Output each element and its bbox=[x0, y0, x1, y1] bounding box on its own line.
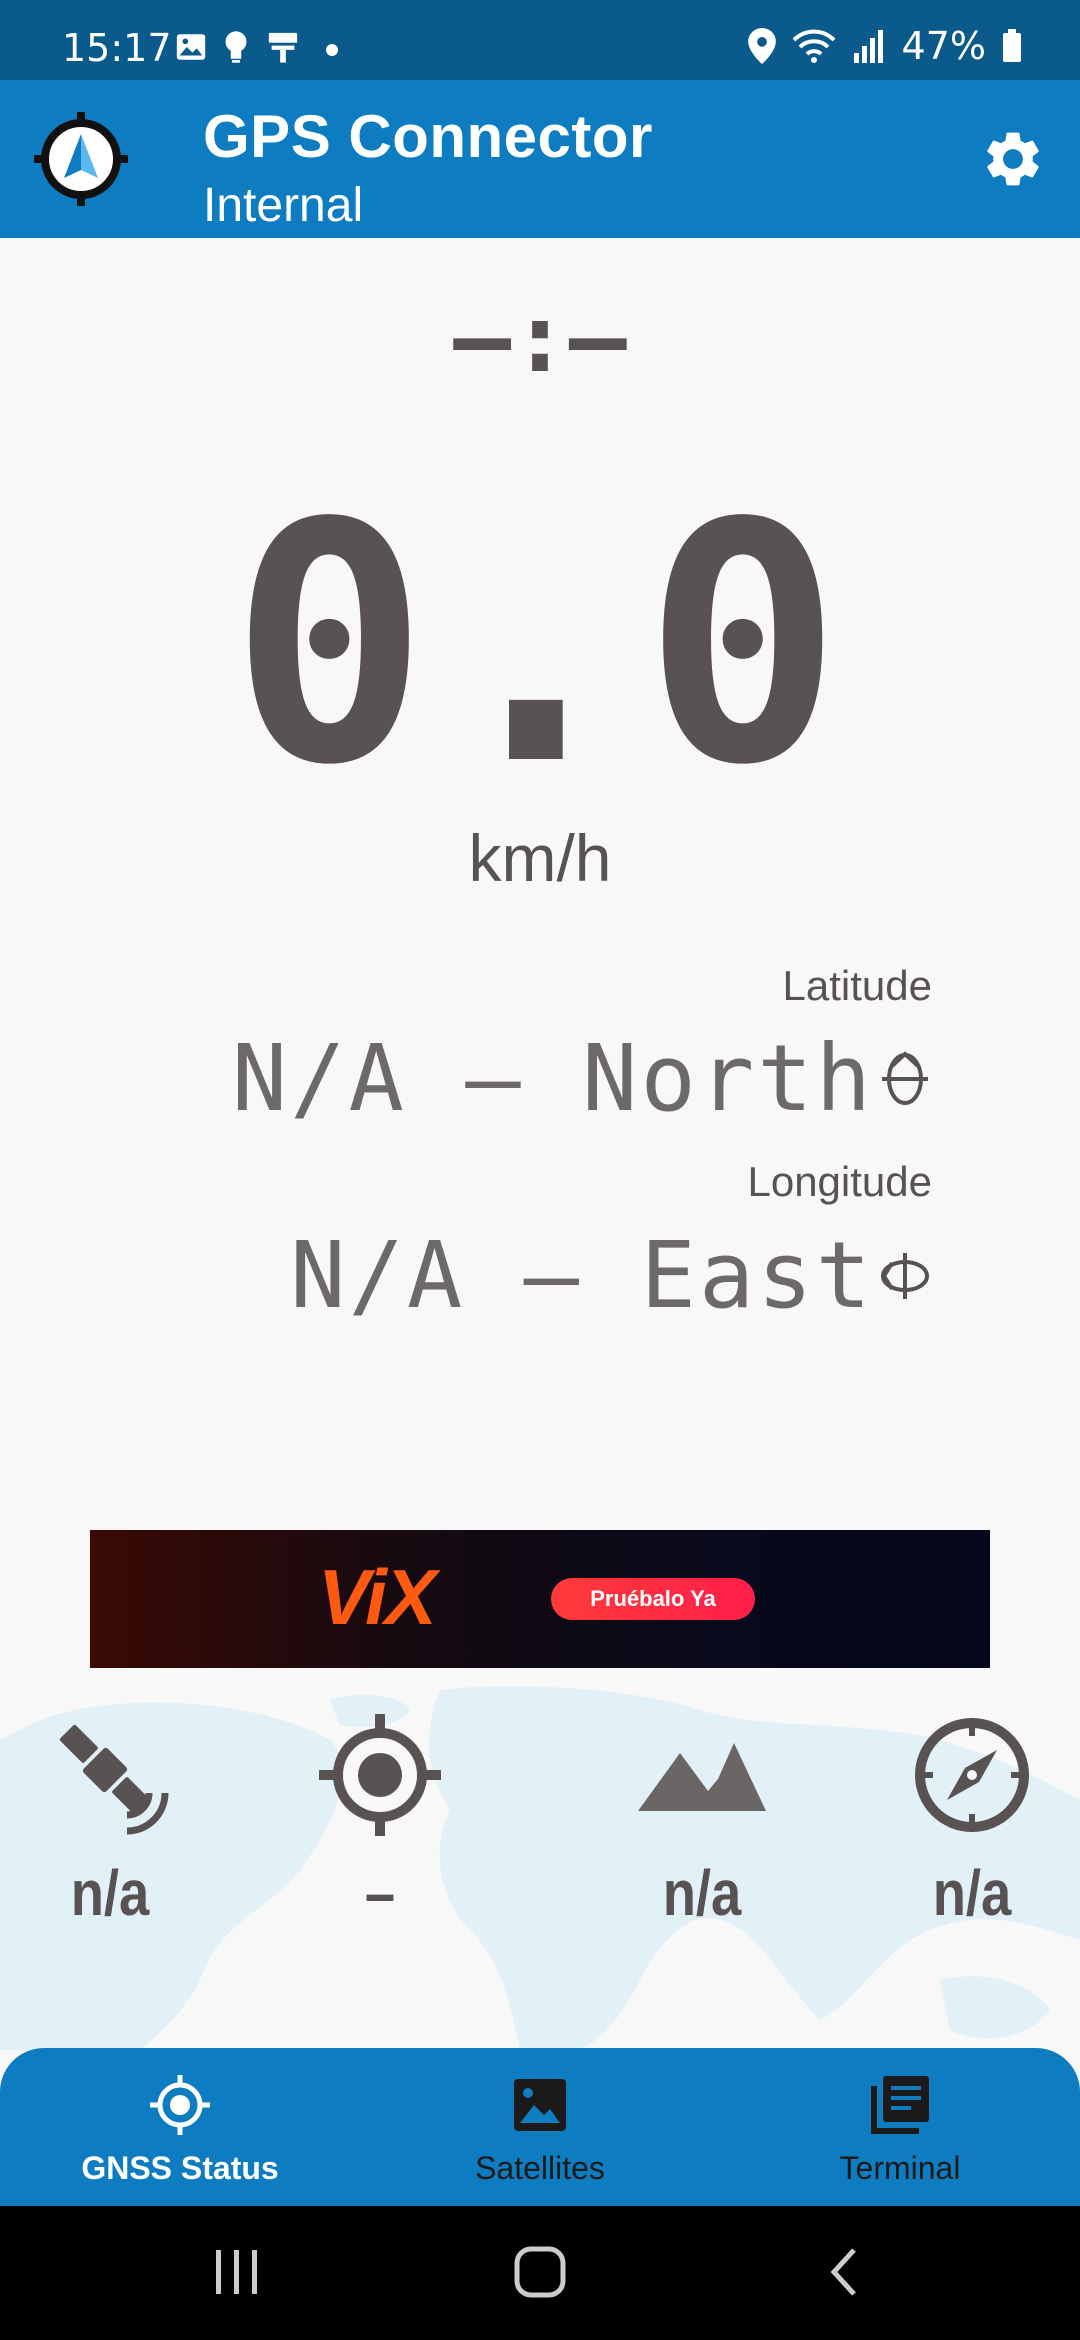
longitude-row: N/A – East bbox=[290, 1222, 932, 1329]
bulb-icon bbox=[225, 31, 247, 63]
battery-percent: 47% bbox=[901, 24, 986, 68]
tab-terminal[interactable]: Terminal bbox=[750, 2070, 1050, 2187]
fix-time: –:– bbox=[453, 282, 627, 394]
longitude-label: Longitude bbox=[747, 1158, 932, 1205]
longitude-value: N/A – East bbox=[290, 1222, 874, 1329]
status-time: 15:17 bbox=[62, 26, 172, 70]
ad-cta-button[interactable]: Pruébalo Ya bbox=[551, 1578, 755, 1620]
back-icon[interactable] bbox=[824, 2244, 864, 2300]
stat-bearing-value: n/a bbox=[932, 1857, 1012, 1929]
latitude-row: N/A – North bbox=[232, 1025, 932, 1132]
status-bar: 15:17 47% bbox=[0, 0, 1080, 80]
roller-icon bbox=[268, 32, 298, 63]
mountain-icon bbox=[638, 1743, 766, 1811]
bottom-navigation: GNSS Status Satellites Terminal bbox=[0, 2048, 1080, 2206]
latitude-value: N/A – North bbox=[231, 1025, 874, 1132]
app-logo-icon bbox=[34, 112, 128, 206]
ad-banner[interactable]: ViX Pruébalo Ya bbox=[90, 1530, 990, 1668]
stat-altitude: n/a bbox=[592, 1710, 812, 1930]
longitude-icon bbox=[881, 1252, 929, 1299]
image-icon bbox=[514, 2079, 566, 2131]
system-navigation-bar bbox=[0, 2206, 1080, 2340]
signal-icon bbox=[853, 30, 883, 63]
gps-fixed-icon bbox=[150, 2075, 210, 2135]
dot-icon bbox=[326, 44, 338, 56]
satellite-icon bbox=[59, 1724, 169, 1835]
app-title: GPS Connector bbox=[203, 103, 653, 170]
tab-terminal-label: Terminal bbox=[839, 2150, 961, 2186]
crosshair-icon bbox=[319, 1714, 441, 1836]
stat-fix-value: – bbox=[364, 1857, 396, 1929]
status-right: 47% bbox=[747, 24, 1022, 68]
tab-gnss-status-label: GNSS Status bbox=[81, 2150, 279, 2186]
settings-icon[interactable] bbox=[980, 126, 1046, 192]
latitude-icon bbox=[882, 1050, 928, 1105]
stat-bearing: n/a bbox=[862, 1710, 1080, 1930]
gallery-icon bbox=[176, 34, 206, 60]
speed-unit[interactable]: km/h bbox=[0, 820, 1080, 896]
tab-gnss-status[interactable]: GNSS Status bbox=[30, 2070, 330, 2187]
wifi-icon bbox=[792, 29, 835, 63]
stat-satellites: n/a bbox=[0, 1710, 220, 1930]
location-icon bbox=[747, 28, 776, 64]
tab-satellites[interactable]: Satellites bbox=[390, 2070, 690, 2187]
speed-value: 0.0 bbox=[229, 453, 851, 837]
app-subtitle[interactable]: Internal bbox=[203, 178, 363, 233]
stat-altitude-value: n/a bbox=[662, 1857, 742, 1929]
tab-satellites-label: Satellites bbox=[475, 2150, 605, 2186]
stat-fix: – bbox=[270, 1710, 490, 1930]
latitude-label: Latitude bbox=[782, 962, 932, 1009]
recents-icon[interactable] bbox=[212, 2244, 262, 2300]
ad-brand-logo: ViX bbox=[318, 1553, 437, 1641]
compass-icon bbox=[915, 1718, 1029, 1832]
battery-icon bbox=[1003, 29, 1021, 62]
library-books-icon bbox=[871, 2076, 929, 2134]
stats-area: n/a – n/a n/a bbox=[0, 1680, 1080, 2050]
stat-satellites-value: n/a bbox=[70, 1857, 150, 1929]
app-bar: GPS Connector Internal bbox=[0, 80, 1080, 238]
home-icon[interactable] bbox=[512, 2244, 568, 2300]
